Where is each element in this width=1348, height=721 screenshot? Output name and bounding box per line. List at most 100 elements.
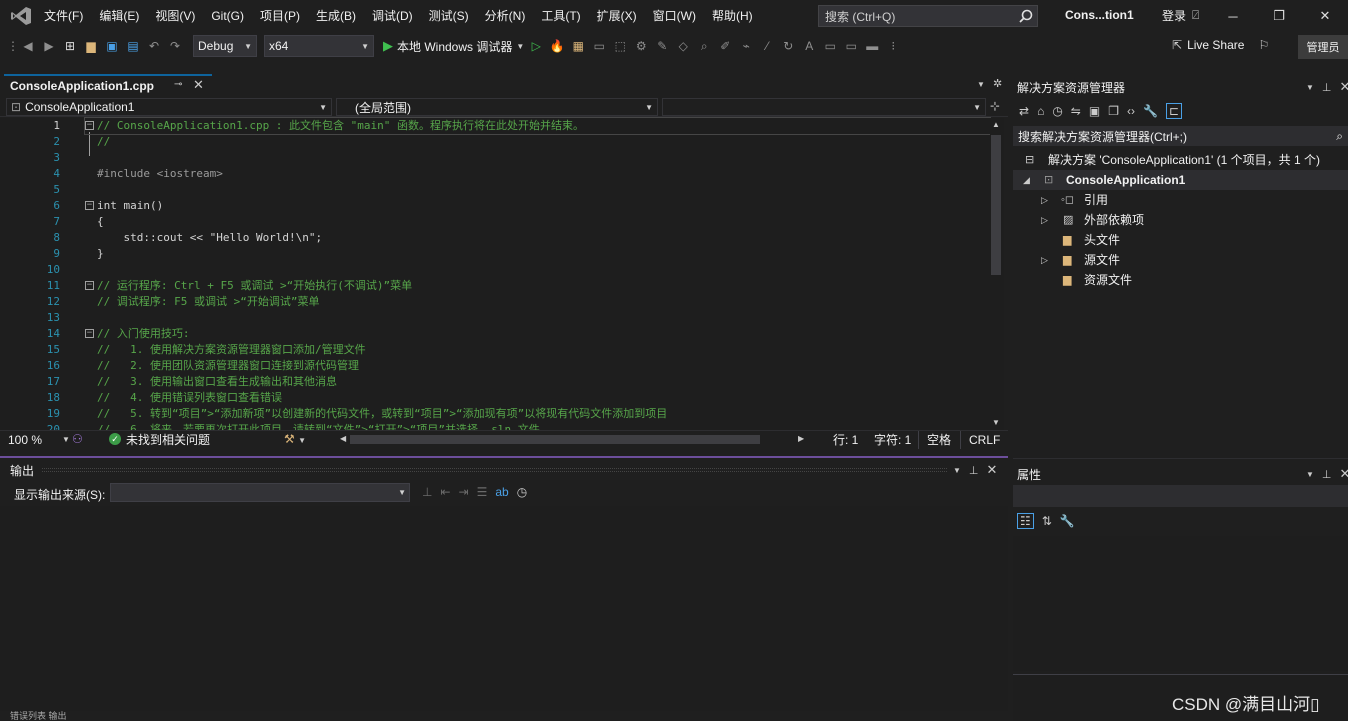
find-icon[interactable]: ⌕ [695, 37, 713, 55]
copilot-icon[interactable]: ⚇ [72, 432, 83, 446]
scrollbar-thumb[interactable] [991, 135, 1001, 275]
scroll-left-icon[interactable]: ◀ [340, 434, 346, 443]
collapsed-arrow-icon[interactable]: ▷ [1041, 210, 1048, 230]
clear-all-icon[interactable]: ☰ [477, 485, 488, 499]
properties-wrench-icon[interactable]: 🔧 [1143, 104, 1158, 118]
collapsed-arrow-icon[interactable]: ▷ [1041, 250, 1048, 270]
menu-edit[interactable]: 编辑(E) [91, 0, 147, 32]
panel-drag-handle[interactable] [42, 468, 947, 472]
pen-icon[interactable]: ✎ [653, 37, 671, 55]
close-icon[interactable]: ✕ [1340, 79, 1348, 95]
previous-message-icon[interactable]: ⇤ [440, 485, 450, 499]
scroll-up-icon[interactable]: ▲ [992, 120, 1000, 129]
pin-icon[interactable]: ⊥ [969, 464, 979, 477]
breakpoint-icon[interactable]: ⬚ [611, 37, 629, 55]
output-source-select[interactable]: ▼ [110, 483, 410, 502]
menu-tools[interactable]: 工具(T) [533, 0, 588, 32]
menu-build[interactable]: 生成(B) [308, 0, 364, 32]
collapse-all-icon[interactable]: ▣ [1089, 104, 1100, 118]
scroll-right-icon[interactable]: ▶ [798, 434, 804, 443]
solution-explorer-search[interactable]: 搜索解决方案资源管理器(Ctrl+;) ⌕ [1013, 126, 1348, 146]
save-icon[interactable]: ▣ [103, 37, 121, 55]
cleanup-brush-icon[interactable]: ⚒ ▼ [284, 432, 306, 446]
properties-grid[interactable] [1013, 536, 1348, 671]
redo-icon[interactable]: ↷ [166, 37, 184, 55]
timestamp-clock-icon[interactable]: ◷ [517, 485, 527, 499]
word-wrap-icon[interactable]: ab [495, 485, 508, 499]
menu-window[interactable]: 窗口(W) [645, 0, 704, 32]
menu-analyze[interactable]: 分析(N) [477, 0, 534, 32]
overflow-icon[interactable]: ⁝ [884, 37, 902, 55]
sync-icon[interactable]: ⇋ [1071, 104, 1081, 118]
minimize-icon[interactable]: ─ [1210, 0, 1256, 32]
search-input[interactable]: 搜索 (Ctrl+Q) [818, 5, 1038, 27]
preview-selected-icon[interactable]: ⊏ [1165, 103, 1182, 119]
live-share-button[interactable]: ⇱ Live Share ⚐ [1172, 38, 1269, 52]
menu-view[interactable]: 视图(V) [147, 0, 203, 32]
config-select[interactable]: Debug ▼ [193, 35, 257, 57]
panel-divider[interactable] [0, 456, 1008, 458]
close-icon[interactable]: ✕ [1302, 0, 1348, 32]
scope-nav-select[interactable]: (全局范围) ▼ [336, 98, 658, 116]
split-window-icon[interactable]: ⊹ [990, 99, 1000, 113]
comment-icon[interactable]: ✐ [716, 37, 734, 55]
alphabetical-icon[interactable]: ⇅ [1042, 514, 1052, 528]
collapse-toggle-icon[interactable]: − [85, 121, 94, 130]
tree-item-references[interactable]: ▷ ◦◻ 引用 [1013, 190, 1348, 210]
step-icon[interactable]: ⚙ [632, 37, 650, 55]
tree-item-resource-files[interactable]: ▆ 资源文件 [1013, 270, 1348, 290]
feedback-icon[interactable]: ⚐ [1258, 38, 1269, 52]
font-icon[interactable]: A [800, 37, 818, 55]
new-project-icon[interactable]: ⊞ [61, 37, 79, 55]
collapse-toggle-icon[interactable]: − [85, 281, 94, 290]
eraser-icon[interactable]: ◇ [674, 37, 692, 55]
categorized-icon[interactable]: ☷ [1017, 513, 1034, 529]
start-without-debugging-icon[interactable]: ▷ [527, 37, 545, 55]
tree-item-source-files[interactable]: ▷ ▆ 源文件 [1013, 250, 1348, 270]
close-icon[interactable]: ✕ [987, 462, 998, 478]
collapse-toggle-icon[interactable]: − [85, 201, 94, 210]
tree-item-external-deps[interactable]: ▷ ▨ 外部依赖项 [1013, 210, 1348, 230]
panel-divider[interactable] [1013, 458, 1348, 459]
home-icon[interactable]: ⌂ [1037, 104, 1044, 118]
window-layout-icon[interactable]: ▭ [821, 37, 839, 55]
line-ending-indicator[interactable]: CRLF [960, 431, 1008, 449]
window-layout-2-icon[interactable]: ▭ [842, 37, 860, 55]
window-position-dropdown-icon[interactable]: ▼ [953, 466, 961, 475]
menu-help[interactable]: 帮助(H) [704, 0, 761, 32]
window-position-dropdown-icon[interactable]: ▼ [1306, 83, 1314, 92]
line-indicator[interactable]: 行: 1 [833, 431, 858, 449]
tab-list-dropdown-icon[interactable]: ▼ [977, 80, 985, 89]
back-icon[interactable]: ◀ [19, 37, 37, 55]
member-nav-select[interactable]: ▼ [662, 98, 986, 116]
platform-select[interactable]: x64 ▼ [264, 35, 374, 57]
tree-item-header-files[interactable]: ▆ 头文件 [1013, 230, 1348, 250]
pin-icon[interactable]: ⊥ [1322, 81, 1332, 94]
toolbar-grip-icon[interactable]: ⋮ [7, 37, 19, 55]
uncomment-icon[interactable]: ⌁ [737, 37, 755, 55]
menu-file[interactable]: 文件(F) [36, 0, 91, 32]
menu-debug[interactable]: 调试(D) [364, 0, 421, 32]
show-all-files-icon[interactable]: ❐ [1108, 104, 1119, 118]
close-tab-icon[interactable]: ✕ [193, 77, 204, 93]
menu-git[interactable]: Git(G) [203, 0, 252, 32]
bottom-tab-strip[interactable]: 错误列表 输出 [0, 711, 1008, 721]
output-text-area[interactable] [0, 506, 1008, 711]
whitespace-indicator[interactable]: 空格 [918, 431, 959, 449]
zoom-select[interactable]: 100 % ▼ [8, 431, 70, 449]
forward-icon[interactable]: ▶ [40, 37, 58, 55]
gear-icon[interactable]: ✲ [993, 77, 1002, 90]
expanded-arrow-icon[interactable]: ◢ [1023, 170, 1030, 190]
solution-folder-icon[interactable]: ▦ [569, 37, 587, 55]
maximize-icon[interactable]: ❐ [1256, 0, 1302, 32]
properties-object-select[interactable] [1013, 485, 1348, 507]
scroll-down-icon[interactable]: ▼ [992, 418, 1000, 427]
tree-item-solution[interactable]: ⊟ 解决方案 'ConsoleApplication1' (1 个项目，共 1 … [1013, 150, 1348, 170]
project-nav-select[interactable]: ⊡ ConsoleApplication1 ▼ [6, 98, 332, 116]
menu-test[interactable]: 测试(S) [421, 0, 477, 32]
pending-changes-icon[interactable]: ◷ [1052, 104, 1062, 118]
tree-item-project[interactable]: ◢ ⊡ ConsoleApplication1 [1013, 170, 1348, 190]
close-icon[interactable]: ✕ [1340, 466, 1348, 482]
code-view-icon[interactable]: ‹› [1127, 104, 1135, 118]
layout-icon[interactable]: ▭ [590, 37, 608, 55]
